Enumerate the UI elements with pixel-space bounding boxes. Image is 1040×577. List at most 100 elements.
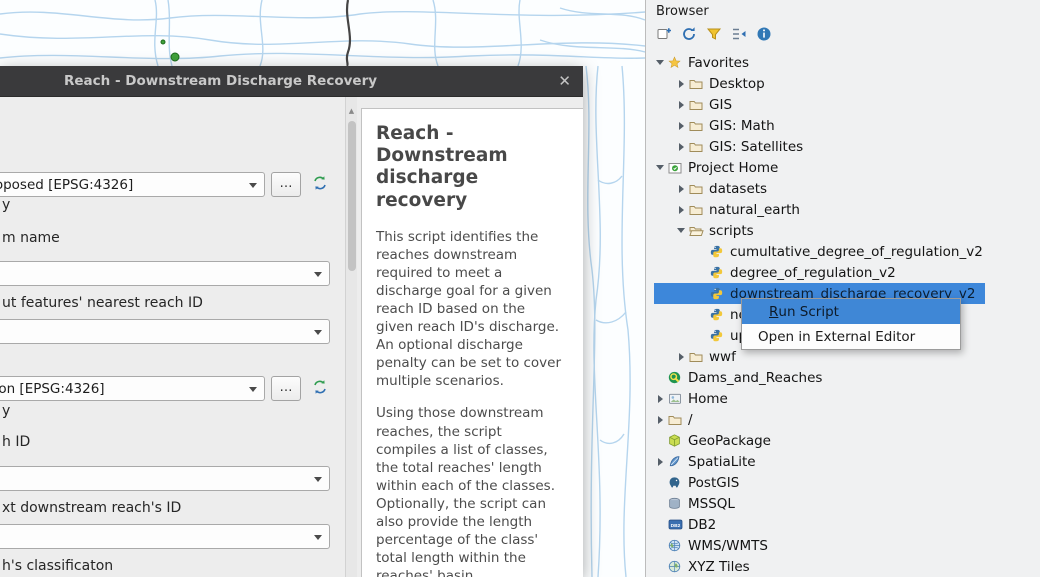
add-layer-icon bbox=[656, 26, 672, 46]
tree-item-label: GeoPackage bbox=[686, 433, 771, 449]
tree-item-gis-math[interactable]: GIS: Math bbox=[646, 115, 1040, 136]
menu-item-run-script[interactable]: Run Script bbox=[742, 299, 960, 324]
field-combobox-4[interactable] bbox=[0, 524, 330, 549]
tree-item-label: cumultative_degree_of_regulation_v2 bbox=[728, 244, 983, 260]
tree-item-label: natural_earth bbox=[707, 202, 800, 218]
tree-item-geopackage[interactable]: GeoPackage bbox=[646, 430, 1040, 451]
folder-icon bbox=[689, 204, 707, 216]
tree-item-mssql[interactable]: MSSQL bbox=[646, 493, 1040, 514]
mssql-icon bbox=[668, 497, 686, 510]
field-label: h ID bbox=[2, 434, 30, 450]
help-paragraph: Using those downstream reaches, the scri… bbox=[376, 404, 566, 577]
menu-item-open-in-external-editor[interactable]: Open in External Editor bbox=[742, 324, 960, 349]
field-combobox-1[interactable] bbox=[0, 261, 330, 286]
form-scrollbar[interactable]: ▲ bbox=[345, 97, 357, 577]
tree-item-gis-satellites[interactable]: GIS: Satellites bbox=[646, 136, 1040, 157]
proposed-layer-combobox[interactable]: proposed [EPSG:4326] bbox=[0, 172, 265, 197]
tree-item-dams-and-reaches[interactable]: Dams_and_Reaches bbox=[646, 367, 1040, 388]
python-icon bbox=[710, 329, 728, 342]
expander-down-icon[interactable] bbox=[652, 60, 668, 65]
tree-item-label: DB2 bbox=[686, 517, 716, 533]
field-label: ut features' nearest reach ID bbox=[2, 295, 203, 311]
expander-right-icon[interactable] bbox=[673, 353, 689, 361]
tree-item-datasets[interactable]: datasets bbox=[646, 178, 1040, 199]
tree-item-cumultative-degree-of-regulation-v2[interactable]: cumultative_degree_of_regulation_v2 bbox=[646, 241, 1040, 262]
python-icon bbox=[710, 266, 728, 279]
expander-right-icon[interactable] bbox=[673, 122, 689, 130]
browse-button[interactable]: … bbox=[271, 376, 301, 401]
tree-item-gis[interactable]: GIS bbox=[646, 94, 1040, 115]
map-point-marker-small bbox=[161, 40, 165, 44]
python-icon bbox=[710, 308, 728, 321]
reproject-icon-button[interactable] bbox=[306, 376, 333, 401]
tree-item-natural-earth[interactable]: natural_earth bbox=[646, 199, 1040, 220]
info-icon bbox=[756, 26, 772, 46]
tree-item-label: SpatiaLite bbox=[686, 454, 756, 470]
tree-item-label: degree_of_regulation_v2 bbox=[728, 265, 896, 281]
field-label: xt downstream reach's ID bbox=[2, 500, 181, 516]
tree-item-desktop[interactable]: Desktop bbox=[646, 73, 1040, 94]
reproject-icon bbox=[312, 175, 328, 195]
scroll-up-icon[interactable]: ▲ bbox=[346, 107, 357, 115]
wms-icon bbox=[668, 539, 686, 552]
tree-item-favorites[interactable]: Favorites bbox=[646, 52, 1040, 73]
tree-item-xyz-tiles[interactable]: XYZ Tiles bbox=[646, 556, 1040, 577]
browser-panel-title: Browser bbox=[646, 0, 1040, 22]
tree-item-spatialite[interactable]: SpatiaLite bbox=[646, 451, 1040, 472]
expander-right-icon[interactable] bbox=[673, 80, 689, 88]
tree-item-db2[interactable]: DB2DB2 bbox=[646, 514, 1040, 535]
tree-item-label: WMS/WMTS bbox=[686, 538, 768, 554]
db2-icon: DB2 bbox=[668, 518, 686, 531]
tree-item-wms-wmts[interactable]: WMS/WMTS bbox=[646, 535, 1040, 556]
properties-button[interactable] bbox=[752, 25, 776, 47]
filter-button[interactable] bbox=[702, 25, 726, 47]
tree-item-home[interactable]: Home bbox=[646, 388, 1040, 409]
reproject-icon-button[interactable] bbox=[306, 172, 333, 197]
help-panel: Reach - Downstream discharge recovery Th… bbox=[361, 108, 583, 577]
expander-right-icon[interactable] bbox=[673, 101, 689, 109]
browse-button[interactable]: … bbox=[271, 172, 301, 197]
filter-icon bbox=[706, 26, 722, 46]
reproject-icon bbox=[312, 379, 328, 399]
expander-right-icon[interactable] bbox=[673, 206, 689, 214]
tree-item-label: GIS bbox=[707, 97, 732, 113]
close-icon[interactable]: ✕ bbox=[558, 72, 571, 90]
partial-label: y bbox=[2, 197, 10, 213]
extent-combobox[interactable]: ation [EPSG:4326] bbox=[0, 376, 265, 401]
tree-item-label: scripts bbox=[707, 223, 754, 239]
python-icon bbox=[710, 287, 728, 300]
tree-item-label: MSSQL bbox=[686, 496, 735, 512]
tree-item-postgis[interactable]: PostGIS bbox=[646, 472, 1040, 493]
refresh-button[interactable] bbox=[677, 25, 701, 47]
field-combobox-2[interactable] bbox=[0, 319, 330, 344]
combobox-value: ation [EPSG:4326] bbox=[0, 381, 105, 397]
expander-right-icon[interactable] bbox=[673, 185, 689, 193]
tree-item-label: datasets bbox=[707, 181, 767, 197]
dialog-title: Reach - Downstream Discharge Recovery bbox=[64, 73, 377, 89]
tree-item-degree-of-regulation-v2[interactable]: degree_of_regulation_v2 bbox=[646, 262, 1040, 283]
combobox-value: proposed [EPSG:4326] bbox=[0, 177, 133, 193]
dialog-titlebar[interactable]: Reach - Downstream Discharge Recovery ✕ bbox=[0, 66, 583, 97]
expander-right-icon[interactable] bbox=[652, 458, 668, 466]
xyz-icon bbox=[668, 560, 686, 573]
python-icon bbox=[710, 245, 728, 258]
collapse-all-button[interactable] bbox=[727, 25, 751, 47]
tree-item-label: Project Home bbox=[686, 160, 778, 176]
field-combobox-3[interactable] bbox=[0, 466, 330, 491]
expander-right-icon[interactable] bbox=[652, 395, 668, 403]
expander-down-icon[interactable] bbox=[673, 228, 689, 233]
context-menu: Run ScriptOpen in External Editor bbox=[741, 298, 961, 350]
qgis-icon bbox=[668, 371, 686, 384]
expander-down-icon[interactable] bbox=[652, 165, 668, 170]
field-label: m name bbox=[2, 230, 60, 246]
tree-item-scripts[interactable]: scripts bbox=[646, 220, 1040, 241]
expander-right-icon[interactable] bbox=[652, 416, 668, 424]
add-layer-button[interactable] bbox=[652, 25, 676, 47]
scrollbar-thumb[interactable] bbox=[348, 121, 356, 271]
expander-right-icon[interactable] bbox=[673, 143, 689, 151]
field-label: h's classificaton bbox=[2, 558, 113, 574]
help-paragraph: This script identifies the reaches downs… bbox=[376, 228, 566, 391]
tree-item-item[interactable]: / bbox=[646, 409, 1040, 430]
tree-item-label: wwf bbox=[707, 349, 736, 365]
tree-item-project-home[interactable]: Project Home bbox=[646, 157, 1040, 178]
